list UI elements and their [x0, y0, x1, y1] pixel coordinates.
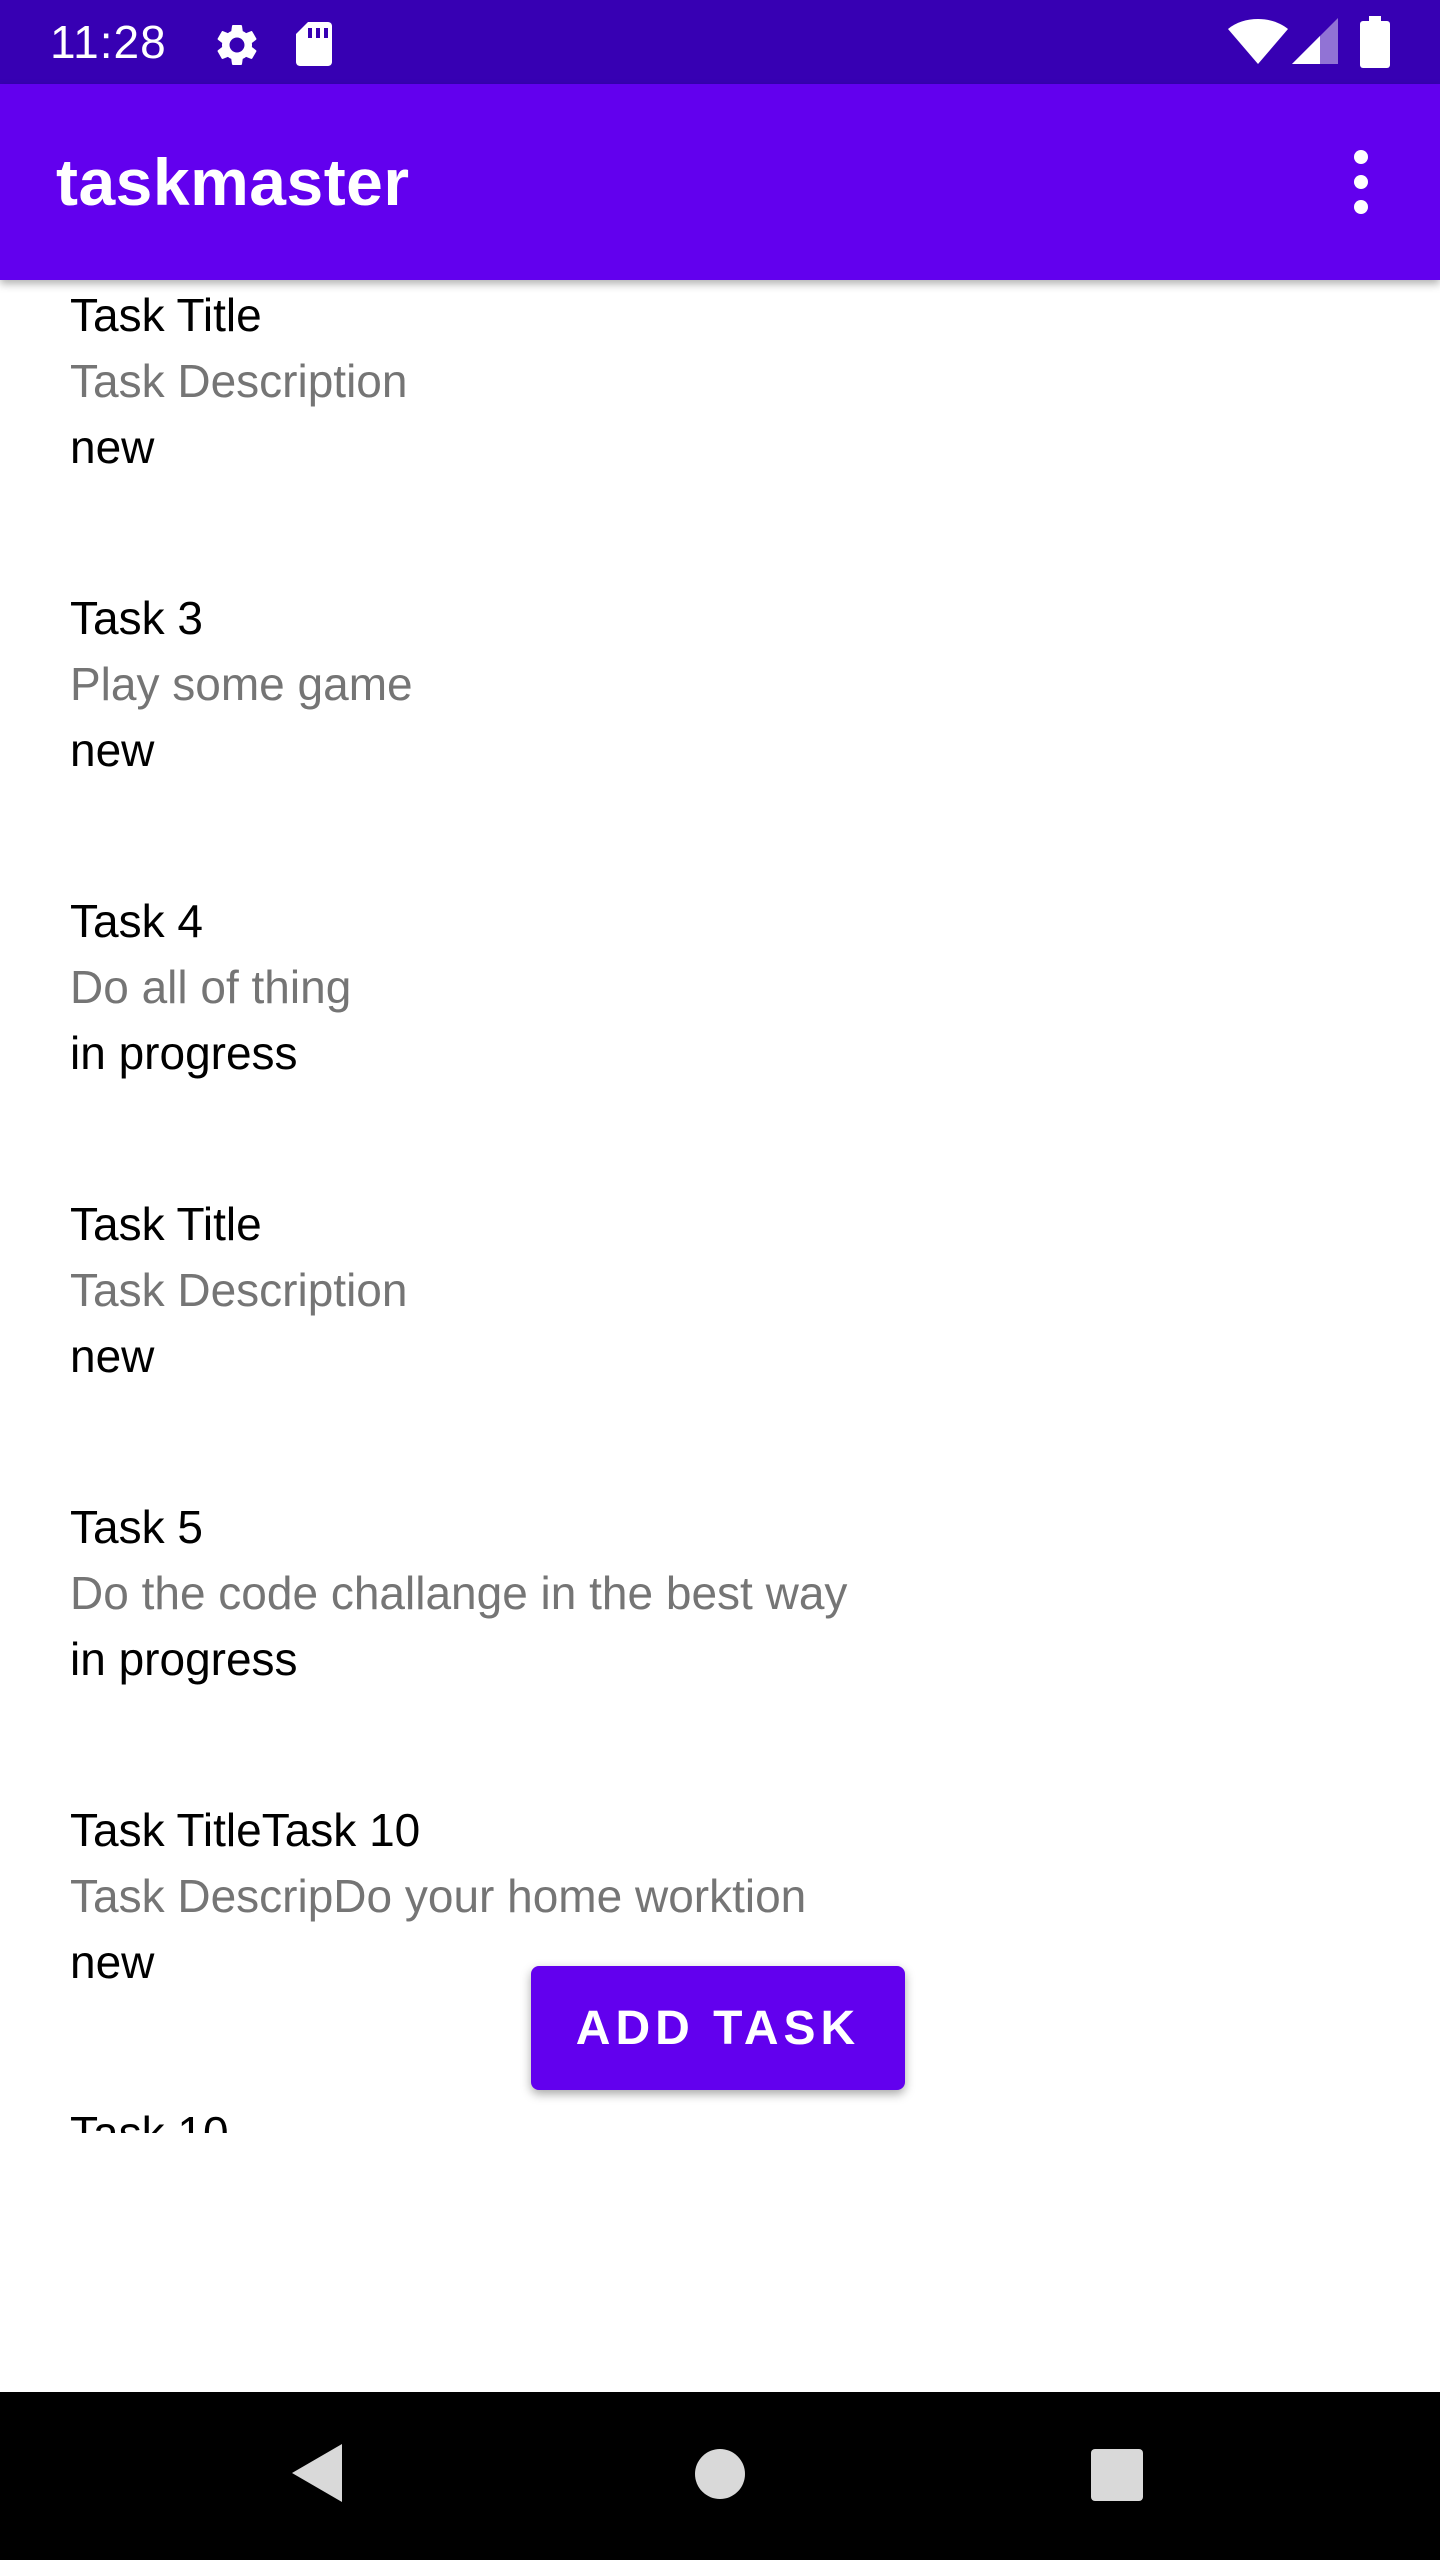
- task-description: Play some game: [70, 658, 413, 710]
- home-icon[interactable]: [694, 2448, 746, 2500]
- task-title: Task 3: [70, 592, 203, 644]
- status-bar: 11:28: [0, 0, 1440, 84]
- task-title: Task Title: [70, 1198, 262, 1250]
- task-item[interactable]: Task 10: [70, 2106, 1270, 2133]
- battery-icon: [1360, 16, 1390, 68]
- task-description: Task Description: [70, 1264, 408, 1316]
- app-title: taskmaster: [56, 145, 410, 219]
- task-description: Do all of thing: [70, 961, 352, 1013]
- task-state: in progress: [70, 1027, 298, 1079]
- task-state: new: [70, 724, 155, 776]
- task-title: Task 5: [70, 1501, 203, 1553]
- task-title: Task 4: [70, 895, 203, 947]
- more-vert-icon[interactable]: [1330, 142, 1394, 222]
- sd-card-icon: [296, 22, 332, 66]
- task-state: new: [70, 421, 155, 473]
- navigation-bar: [0, 2392, 1440, 2560]
- task-title: Task 10: [70, 2107, 229, 2133]
- back-icon[interactable]: [290, 2442, 344, 2504]
- gear-icon: [217, 25, 257, 65]
- task-item[interactable]: Task Title Task Description new: [70, 288, 1270, 548]
- task-description: Do the code challange in the best way: [70, 1567, 848, 1619]
- task-state: new: [70, 1936, 155, 1988]
- task-description: Task DescripDo your home worktion: [70, 1870, 807, 1922]
- task-description: Task Description: [70, 355, 408, 407]
- task-item[interactable]: Task 4 Do all of thing in progress: [70, 894, 1270, 1154]
- recents-icon[interactable]: [1090, 2448, 1144, 2502]
- task-title: Task Title: [70, 289, 262, 341]
- task-list[interactable]: Task Title Task Description new Task 3 P…: [0, 280, 1440, 2133]
- task-item[interactable]: Task 3 Play some game new: [70, 591, 1270, 851]
- add-task-button[interactable]: ADD TASK: [531, 1966, 905, 2090]
- task-state: new: [70, 1330, 155, 1382]
- task-state: in progress: [70, 1633, 298, 1685]
- wifi-icon: [1228, 19, 1288, 64]
- cell-signal-icon: [1292, 18, 1338, 64]
- task-item[interactable]: Task Title Task Description new: [70, 1197, 1270, 1457]
- app-bar: taskmaster: [0, 84, 1440, 280]
- task-title: Task TitleTask 10: [70, 1804, 421, 1856]
- status-time: 11:28: [50, 16, 167, 68]
- task-item[interactable]: Task 5 Do the code challange in the best…: [70, 1500, 1270, 1760]
